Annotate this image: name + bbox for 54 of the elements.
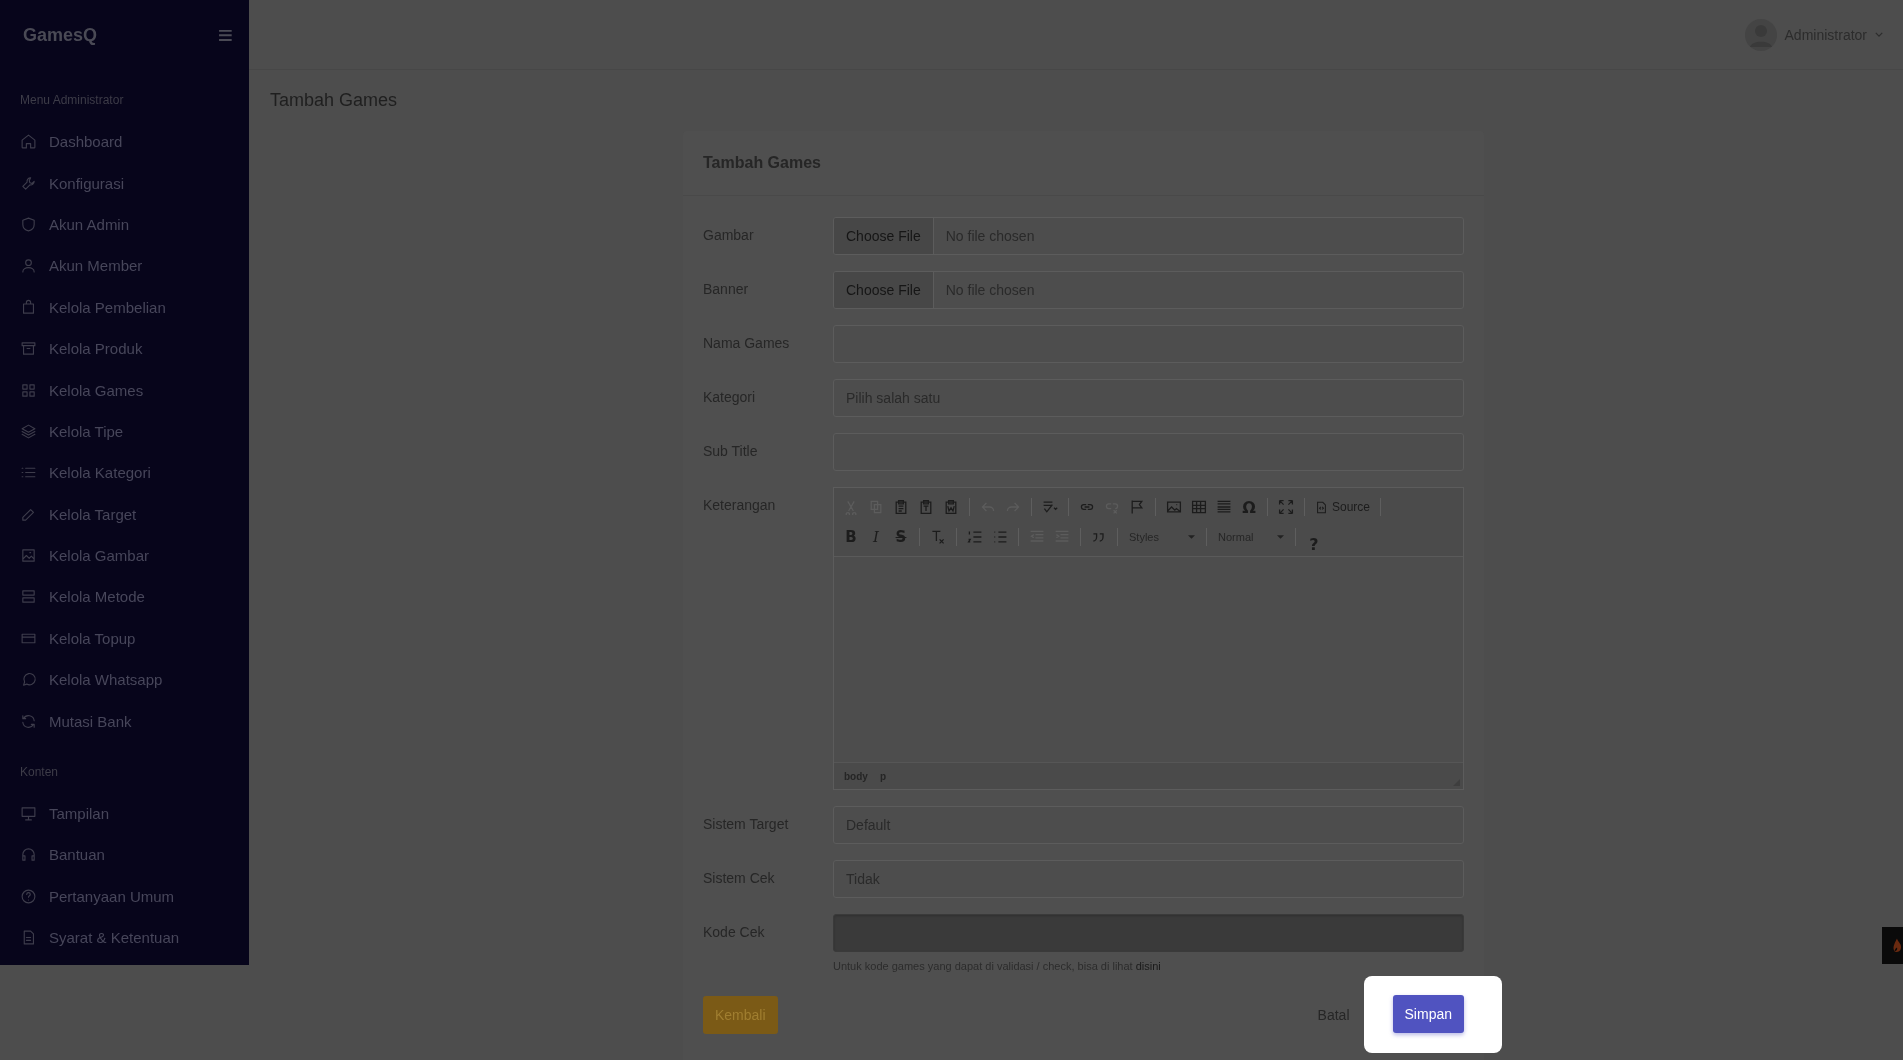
caret-icon bbox=[1188, 535, 1195, 539]
numbered-list-icon bbox=[967, 529, 983, 545]
sidebar-item[interactable]: Kelola Target bbox=[20, 493, 249, 535]
sidebar-item[interactable]: Kelola Pembelian bbox=[20, 286, 249, 328]
menu-item-icon bbox=[20, 381, 37, 399]
document-icon bbox=[1315, 500, 1328, 514]
sidebar-item[interactable]: Akun Member bbox=[20, 245, 249, 287]
help-button[interactable]: ? bbox=[1303, 533, 1325, 555]
menu-item-icon bbox=[20, 588, 37, 606]
image-icon bbox=[1166, 499, 1182, 515]
sidebar-item[interactable]: Kelola Metode bbox=[20, 576, 249, 618]
menu-item-icon bbox=[20, 174, 37, 192]
sidebar-item[interactable]: Bantuan bbox=[20, 834, 249, 876]
menu-item-icon bbox=[20, 422, 37, 440]
sidebar-item[interactable]: Kelola Gambar bbox=[20, 534, 249, 577]
menu-item-icon bbox=[20, 712, 37, 730]
chevron-down-icon bbox=[1875, 32, 1883, 37]
floating-button[interactable] bbox=[1882, 927, 1903, 964]
sidebar-item[interactable]: Akun Admin bbox=[20, 203, 249, 246]
sidebar-item[interactable]: Kelola Produk bbox=[20, 327, 249, 370]
sidebar-item[interactable]: Pertanyaan Umum bbox=[20, 875, 249, 918]
bulleted-list-icon bbox=[992, 529, 1008, 545]
maximize-icon bbox=[1278, 499, 1294, 515]
sidebar-item[interactable]: Kelola Whatsapp bbox=[20, 659, 249, 701]
caret-icon bbox=[1277, 535, 1284, 539]
menu-item-icon bbox=[20, 257, 37, 275]
sidebar-item[interactable]: Dashboard bbox=[20, 121, 249, 163]
sidebar-item[interactable]: Kelola Kategori bbox=[20, 452, 249, 494]
sidebar-item[interactable]: Tampilan bbox=[20, 792, 249, 835]
menu-item-icon bbox=[20, 215, 37, 233]
menu-item-icon bbox=[20, 887, 37, 905]
sidebar-item[interactable]: Kelola Tipe bbox=[20, 410, 249, 453]
menu-item-icon bbox=[20, 340, 37, 358]
menu-item-icon bbox=[20, 671, 37, 689]
menu-icon[interactable]: ≡ bbox=[217, 22, 233, 48]
menu-item-icon bbox=[20, 133, 37, 151]
sidebar-item[interactable]: Syarat & Ketentuan bbox=[20, 917, 249, 959]
menu-item-icon bbox=[20, 547, 37, 565]
flag-icon bbox=[1129, 499, 1145, 515]
table-icon bbox=[1191, 499, 1207, 515]
save-button[interactable]: Simpan bbox=[1392, 995, 1464, 1033]
sidebar-item[interactable]: Konfigurasi bbox=[20, 162, 249, 204]
hrule-icon bbox=[1216, 499, 1232, 515]
sidebar-item[interactable]: Kelola Topup bbox=[20, 617, 249, 660]
paste-text-icon bbox=[918, 499, 934, 515]
menu-item-icon bbox=[20, 805, 37, 823]
sidebar-item[interactable]: Mutasi Bank bbox=[20, 700, 249, 742]
clear-format-icon bbox=[930, 529, 946, 545]
paste-word-icon bbox=[943, 499, 959, 515]
brand-logo[interactable]: GamesQ bbox=[20, 24, 98, 46]
menu-item-icon bbox=[20, 846, 37, 864]
menu-item-icon bbox=[20, 298, 37, 316]
sidebar-item[interactable]: Kelola Games bbox=[20, 369, 249, 411]
paste-icon bbox=[893, 499, 909, 515]
